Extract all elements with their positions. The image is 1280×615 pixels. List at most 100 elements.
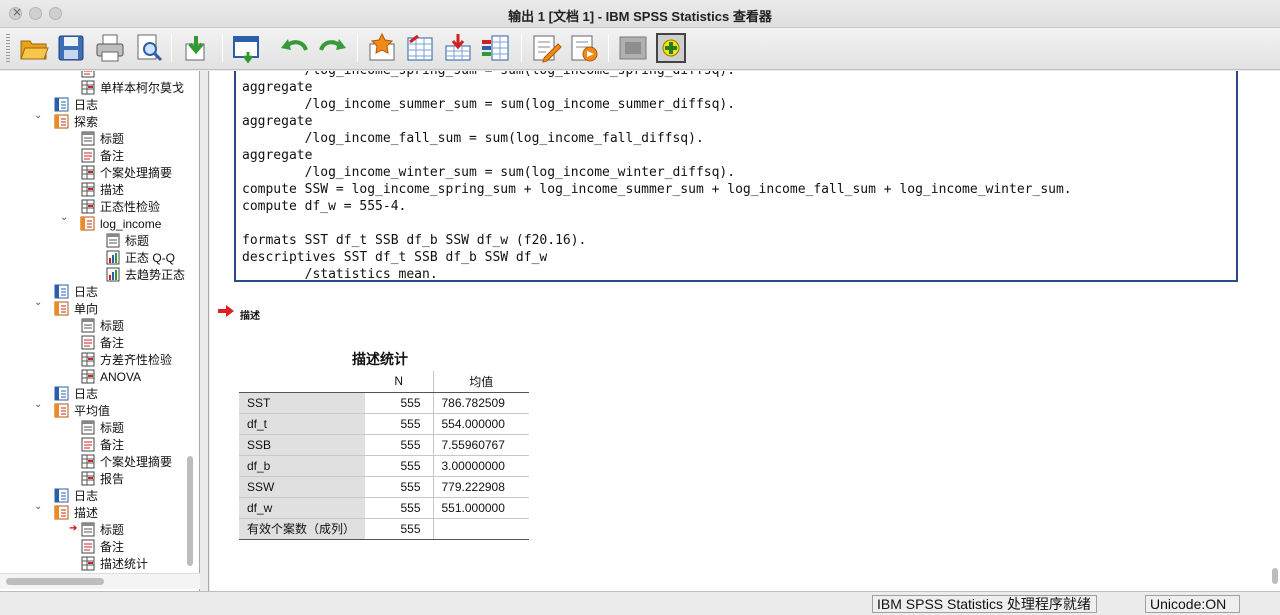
outline-horizontal-scrollbar[interactable] [0,573,200,589]
pane-splitter[interactable] [201,71,209,591]
outline-item[interactable]: 个案处理摘要 [80,164,172,181]
syntax-log-box[interactable]: /log_income_spring_sum = sum(log_income_… [234,71,1238,282]
undo-icon[interactable] [279,32,311,64]
outline-item[interactable]: 描述 [80,181,124,198]
outline-item[interactable]: 备注 [80,147,124,164]
outline-item[interactable]: 报告 [80,470,124,487]
outline-item-label: 描述统计 [100,557,149,571]
outline-item-label: 标题 [100,421,125,435]
designate-window-icon[interactable] [655,32,687,64]
outline-item-label: 报告 [100,472,125,486]
goto-case-icon[interactable] [404,32,436,64]
content-scroll-thumb[interactable] [1272,568,1278,584]
outline-item[interactable]: 备注 [80,538,124,555]
row-label: df_b [239,455,366,477]
table-row[interactable]: df_b 555 3.00000000 [239,455,529,477]
expand-chevron-icon[interactable]: ⌄ [34,399,42,410]
title-bar: 输出 1 [文档 1] - IBM SPSS Statistics 查看器 [0,0,1280,28]
outline-scroll-thumb[interactable] [187,456,193,566]
outline-item[interactable]: 标题 [80,317,124,334]
title-icon [80,522,96,537]
outline-item[interactable]: ⌄ 描述 [34,501,98,521]
output-folder-icon [54,505,70,520]
outline-item[interactable]: 日志 [54,487,98,504]
content-vertical-scrollbar[interactable] [1270,71,1280,591]
table-row[interactable]: 有效个案数（成列） 555 [239,518,529,540]
n-value: 555 [365,518,434,540]
expand-chevron-icon[interactable]: ⌄ [34,110,42,121]
redo-icon[interactable] [316,32,348,64]
outline-hscroll-thumb[interactable] [6,578,104,585]
outline-vertical-scrollbar[interactable] [186,71,194,571]
notes-icon [80,335,96,350]
expand-chevron-icon[interactable]: ⌄ [60,212,68,223]
goto-data-icon[interactable] [366,32,398,64]
goto-variable-icon[interactable] [442,32,474,64]
output-content-pane[interactable]: /log_income_spring_sum = sum(log_income_… [210,71,1270,591]
print-preview-icon[interactable] [133,32,165,64]
table-row[interactable]: SSB 555 7.55960767 [239,434,529,456]
outline-item[interactable]: 去趋势正态 [105,266,185,283]
log-icon [54,284,70,299]
outline-item[interactable]: ⌄ 平均值 [34,399,110,419]
outline-item-label: 标题 [100,523,125,537]
open-icon[interactable] [18,32,50,64]
table-icon [80,165,96,180]
hide-icon[interactable] [617,32,649,64]
outline-item[interactable]: 标题 [80,130,124,147]
outline-item[interactable]: 个案处理摘要 [80,453,172,470]
outline-item[interactable]: ➔ 标题 [69,521,125,538]
outline-pane[interactable]: 单样本柯尔莫戈 日志 ⌄ 探索 标题 备注 个案处理摘要 描述 正态性检验 ⌄ log_income… [0,71,200,591]
descriptive-statistics-table[interactable]: N 均值 SST 555 786.782509 df_t 555 554.000000 SS… [239,371,529,540]
mean-value: 3.00000000 [433,455,529,477]
title-icon [80,420,96,435]
table-row[interactable]: SST 555 786.782509 [239,392,529,414]
insert-output-icon[interactable] [568,32,600,64]
table-row[interactable]: df_t 555 554.000000 [239,413,529,435]
log-icon [54,386,70,401]
outline-item[interactable]: 方差齐性检验 [80,351,172,368]
output-folder-icon [54,114,70,129]
outline-item-label: 正态性检验 [100,200,161,214]
current-item-arrow-icon [218,305,234,317]
outline-item-label: 单样本柯尔莫戈 [100,81,185,95]
outline-item[interactable]: ⌄ 单向 [34,297,98,317]
title-icon [105,233,121,248]
outline-item[interactable]: 日志 [54,385,98,402]
export-icon[interactable] [180,32,212,64]
output-folder-icon [54,403,70,418]
outline-item[interactable]: 备注 [80,436,124,453]
save-icon[interactable] [55,32,87,64]
outline-item[interactable] [80,71,100,79]
outline-item[interactable]: 单样本柯尔莫戈 [80,79,184,96]
outline-item[interactable]: 日志 [54,96,98,113]
n-value: 555 [365,497,434,519]
row-label: SST [239,392,366,414]
status-bar: IBM SPSS Statistics 处理程序就绪 Unicode:ON [0,591,1280,615]
variables-icon[interactable] [480,32,512,64]
print-icon[interactable] [94,32,126,64]
chart-icon [105,250,121,265]
outline-item[interactable]: 正态 Q-Q [105,249,175,266]
recall-dialog-icon[interactable] [231,32,263,64]
outline-item[interactable]: 标题 [80,419,124,436]
table-row[interactable]: df_w 555 551.000000 [239,497,529,519]
table-icon [80,182,96,197]
outline-item[interactable]: ⌄ 探索 [34,110,98,130]
notes-icon [80,148,96,163]
expand-chevron-icon[interactable]: ⌄ [34,297,42,308]
outline-item[interactable]: 描述统计 [80,555,148,572]
outline-item[interactable]: ANOVA [80,368,141,385]
outline-item[interactable]: ⌄ log_income [60,212,161,232]
unicode-status: Unicode:ON [1145,595,1240,613]
outline-item[interactable]: 正态性检验 [80,198,160,215]
table-row[interactable]: SSW 555 779.222908 [239,476,529,498]
toolbar [0,28,1280,70]
outline-item[interactable]: 标题 [105,232,149,249]
current-item-arrow-icon: ➔ [69,523,78,534]
table-icon [80,556,96,571]
expand-chevron-icon[interactable]: ⌄ [34,501,42,512]
outline-item[interactable]: 备注 [80,334,124,351]
create-title-icon[interactable] [530,32,562,64]
outline-item[interactable]: 日志 [54,283,98,300]
